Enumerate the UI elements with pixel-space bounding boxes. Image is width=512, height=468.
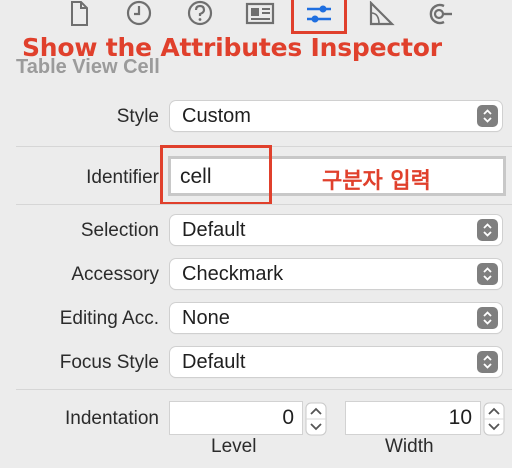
selection-value: Default xyxy=(182,219,246,241)
identifier-label: Identifier xyxy=(86,167,159,188)
size-inspector-icon[interactable] xyxy=(364,0,398,28)
style-popup[interactable]: Custom xyxy=(170,101,502,131)
indentation-width-label: Width xyxy=(385,436,434,457)
indentation-level-value: 0 xyxy=(282,406,294,429)
indentation-label: Indentation xyxy=(64,408,159,429)
indentation-width-value: 10 xyxy=(448,406,472,429)
divider xyxy=(16,204,512,205)
file-inspector-icon[interactable] xyxy=(62,0,96,28)
annotation-identifier: 구분자 입력 xyxy=(322,169,431,194)
indentation-width-field[interactable]: 10 xyxy=(346,402,480,434)
indentation-level-label: Level xyxy=(211,436,257,457)
attributes-inspector-highlight xyxy=(291,0,347,34)
editing-accessory-value: None xyxy=(182,307,230,329)
chevron-updown-icon xyxy=(477,351,498,373)
connections-inspector-icon[interactable] xyxy=(423,0,457,28)
selection-popup[interactable]: Default xyxy=(170,215,502,245)
divider xyxy=(16,389,512,390)
editing-accessory-popup[interactable]: None xyxy=(170,303,502,333)
quick-help-icon[interactable] xyxy=(183,0,217,28)
identifier-highlight xyxy=(160,145,272,205)
chevron-updown-icon xyxy=(477,307,498,329)
accessory-popup[interactable]: Checkmark xyxy=(170,259,502,289)
selection-label: Selection xyxy=(80,220,159,241)
focus-style-popup[interactable]: Default xyxy=(170,347,502,377)
chevron-updown-icon xyxy=(477,105,498,127)
indentation-level-stepper[interactable] xyxy=(305,402,327,436)
focus-style-value: Default xyxy=(182,351,246,373)
focus-style-label: Focus Style xyxy=(59,352,159,373)
section-title: Table View Cell xyxy=(16,56,160,78)
style-label: Style xyxy=(116,106,159,127)
style-value: Custom xyxy=(182,105,251,127)
indentation-width-stepper[interactable] xyxy=(483,402,505,436)
accessory-label: Accessory xyxy=(71,264,159,285)
editing-accessory-label: Editing Acc. xyxy=(59,308,159,329)
inspector-toolbar xyxy=(0,0,512,36)
chevron-updown-icon xyxy=(477,263,498,285)
accessory-value: Checkmark xyxy=(182,263,284,285)
history-inspector-icon[interactable] xyxy=(122,0,156,28)
chevron-updown-icon xyxy=(477,219,498,241)
indentation-level-field[interactable]: 0 xyxy=(170,402,302,434)
identity-inspector-icon[interactable] xyxy=(243,0,277,28)
